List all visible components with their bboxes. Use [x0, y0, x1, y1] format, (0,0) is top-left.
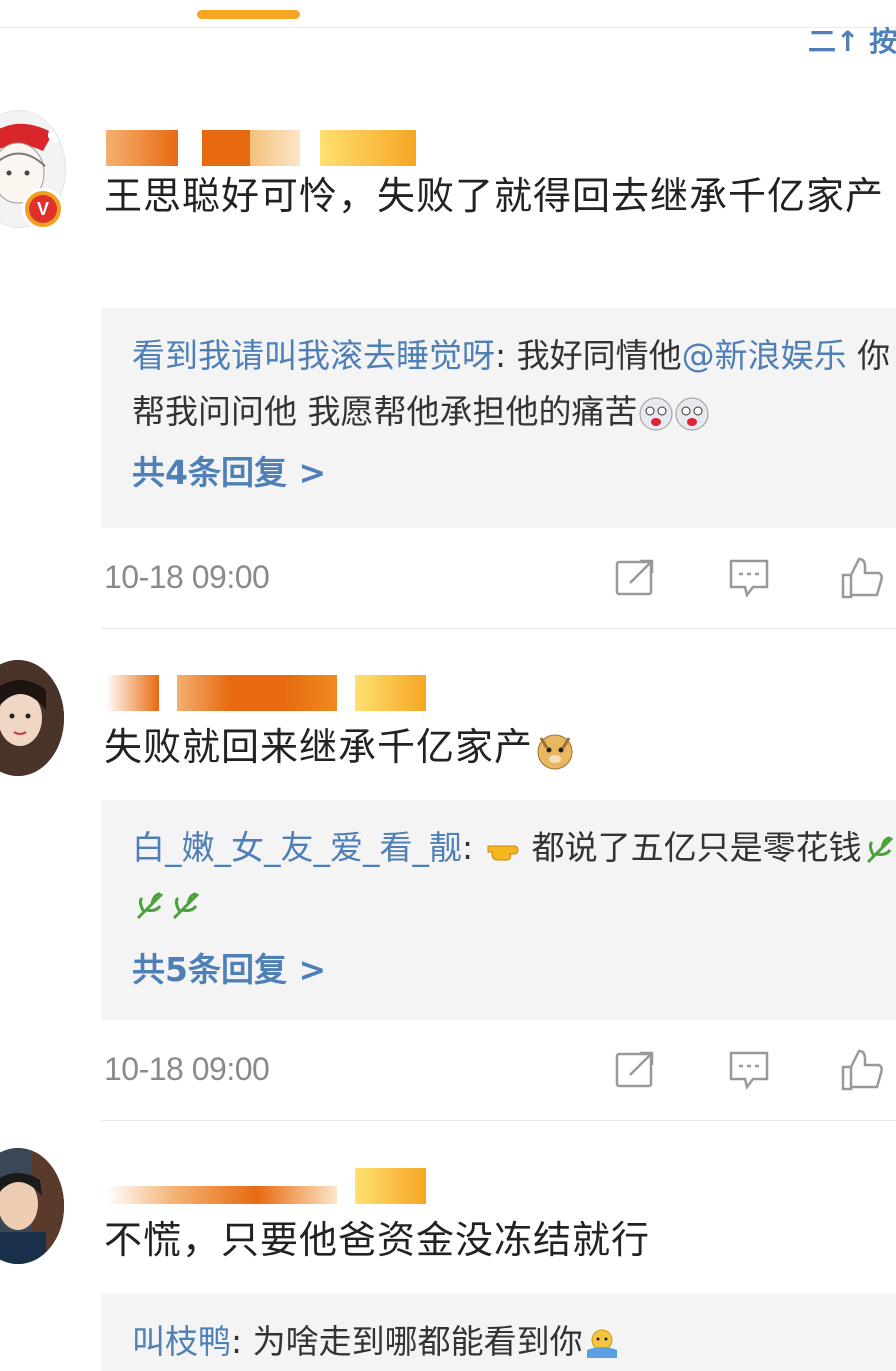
active-tab-indicator: [197, 10, 300, 19]
sort-by-hot-button[interactable]: 二↑ 按热: [808, 20, 896, 60]
leaf-emoji-icon: [866, 836, 893, 863]
comment-divider: [101, 628, 896, 629]
reply-preview[interactable]: 看到我请叫我滚去睡觉呀: 我好同情他@新浪娱乐 你帮我问问他 我愿帮他承担他的痛…: [101, 308, 896, 528]
share-icon[interactable]: [614, 555, 658, 599]
comment-icon[interactable]: [727, 1047, 771, 1091]
comment-text: 失败就回来继承千亿家产: [104, 721, 896, 773]
reply-text: 白_嫩_女_友_爱_看_靓: 都说了五亿只是零花钱: [132, 820, 896, 932]
reply-text: 看到我请叫我滚去睡觉呀: 我好同情他@新浪娱乐 你帮我问问他 我愿帮他承担他的痛…: [132, 328, 896, 440]
comment-meta: 10-18 09:00: [104, 555, 896, 605]
reply-preview[interactable]: 白_嫩_女_友_爱_看_靓: 都说了五亿只是零花钱 共5条回复 >: [101, 800, 896, 1020]
username-obscured[interactable]: [106, 1168, 426, 1204]
comment-icon[interactable]: [727, 555, 771, 599]
reply-preview[interactable]: 叫枝鸭: 为啥走到哪都能看到你: [101, 1294, 896, 1371]
mention-link[interactable]: @新浪娱乐: [682, 336, 847, 375]
username-obscured[interactable]: [106, 675, 426, 711]
reply-content: : 我好同情他: [495, 336, 682, 375]
reply-username[interactable]: 白_嫩_女_友_爱_看_靓: [132, 828, 462, 867]
crying-face-emoji-icon: [675, 397, 708, 430]
comment-feed: 二↑ 按热 V 王思聪好可怜，失败了就得回去继承千亿家产: [0, 0, 896, 1371]
comment-text: 不慌，只要他爸资金没冻结就行: [104, 1218, 651, 1262]
like-icon[interactable]: [839, 555, 883, 599]
shrug-emoji-icon: [586, 1329, 617, 1358]
comment-text: 王思聪好可怜，失败了就得回去继承千亿家产: [104, 174, 885, 218]
header-divider: [0, 27, 896, 28]
like-icon[interactable]: [839, 1047, 883, 1091]
view-replies-link[interactable]: 共5条回复 >: [132, 943, 326, 991]
leaf-emoji-icon: [136, 892, 164, 919]
reply-username[interactable]: 看到我请叫我滚去睡觉呀: [132, 336, 495, 375]
leaf-emoji-icon: [172, 892, 200, 919]
pointing-hand-emoji-icon: [487, 845, 519, 860]
reply-username[interactable]: 叫枝鸭: [132, 1322, 231, 1361]
verified-badge-icon: V: [22, 188, 64, 230]
doge-emoji-icon: [537, 734, 573, 769]
comment-meta: 10-18 09:00: [104, 1047, 896, 1097]
comment-divider: [101, 1120, 896, 1121]
reply-separator: :: [462, 828, 484, 867]
reply-content: : 为啥走到哪都能看到你: [231, 1322, 583, 1361]
timestamp: 10-18 09:00: [104, 559, 270, 595]
reply-text: 叫枝鸭: 为啥走到哪都能看到你: [132, 1314, 896, 1370]
avatar[interactable]: [0, 660, 64, 776]
share-icon[interactable]: [614, 1047, 658, 1091]
username-obscured[interactable]: [106, 130, 426, 166]
avatar[interactable]: [0, 1148, 64, 1264]
timestamp: 10-18 09:00: [104, 1051, 270, 1087]
crying-face-emoji-icon: [639, 397, 672, 430]
reply-content: 都说了五亿只是零花钱: [531, 828, 862, 867]
view-replies-link[interactable]: 共4条回复 >: [132, 446, 326, 494]
